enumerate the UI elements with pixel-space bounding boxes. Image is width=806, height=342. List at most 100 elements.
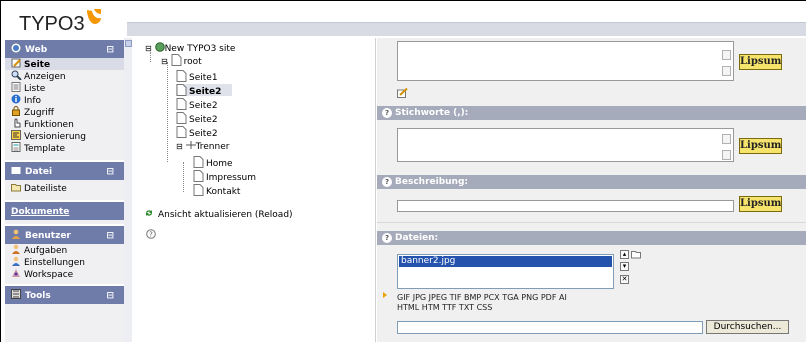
menu-item-dateiliste[interactable]: Dateiliste (5, 182, 124, 194)
tree-node[interactable]: Seite2 (176, 126, 218, 139)
tools-icon (11, 287, 21, 299)
typo3-logo-icon (87, 9, 101, 24)
globe-icon (11, 41, 21, 53)
collapse-icon[interactable]: ⊟ (145, 44, 152, 53)
remove-icon[interactable]: ✕ (620, 275, 629, 284)
section-web-label: Web (25, 45, 48, 55)
menu-item-workspace[interactable]: Workspace (5, 268, 124, 280)
svg-text:?: ? (149, 231, 153, 239)
tree-child[interactable]: Kontakt (193, 184, 241, 197)
keywords-textarea[interactable] (397, 128, 734, 162)
tree-site-label: New TYPO3 site (164, 44, 236, 54)
menu-item-label: Anzeigen (24, 72, 66, 82)
tree-node-label: Seite2 (189, 115, 218, 125)
tree-child-label: Home (206, 159, 233, 169)
menu-item-info[interactable]: Info (5, 94, 124, 106)
menu-item-label: Funktionen (24, 120, 74, 130)
arrow-right-icon (383, 292, 387, 298)
menu-item-label: Workspace (24, 270, 74, 280)
menu-item-label: Template (24, 144, 66, 154)
tree-child[interactable]: Impressum (193, 170, 256, 183)
tree-node-label: Seite2 (189, 87, 222, 97)
lipsum-button[interactable]: Lipsum (739, 138, 782, 154)
menu-item-anzeigen[interactable]: Anzeigen (5, 70, 124, 82)
help-icon[interactable]: ? (146, 229, 156, 241)
scroll-up-icon[interactable] (722, 134, 731, 144)
folder-list-icon (11, 182, 22, 192)
move-up-icon[interactable]: ▴ (620, 250, 629, 259)
lock-icon (11, 106, 22, 116)
scroll-up-icon[interactable] (722, 50, 731, 60)
move-down-icon[interactable]: ▾ (620, 262, 629, 271)
tree-separator-label: Trenner (195, 142, 230, 152)
refresh-icon (144, 210, 158, 220)
collapse-icon[interactable]: ⊟ (176, 142, 183, 151)
menu-item-zugriff[interactable]: Zugriff (5, 106, 124, 118)
hand-pointer-icon (11, 118, 22, 128)
template-icon (11, 142, 22, 152)
section-benutzer[interactable]: Benutzer ⊟ (5, 224, 124, 244)
frame-splitter[interactable] (124, 38, 132, 342)
textarea-top[interactable] (397, 41, 734, 81)
menu-item-versionierung[interactable]: Versionierung (5, 130, 124, 142)
browse-button[interactable]: Durchsuchen... (706, 320, 789, 334)
tree-node[interactable]: Seite2 (176, 98, 218, 111)
reload-link[interactable]: Ansicht aktualisieren (Reload) (144, 208, 293, 220)
divider (377, 222, 806, 223)
page-icon (176, 84, 187, 96)
edit-icon[interactable] (397, 87, 408, 101)
workspace-icon (11, 268, 22, 278)
menu-item-funktionen[interactable]: Funktionen (5, 118, 124, 130)
scroll-down-icon[interactable] (722, 66, 731, 76)
tree-node[interactable]: Seite1 (176, 70, 218, 83)
tree-child[interactable]: Home (193, 156, 233, 169)
scroll-up-icon[interactable] (125, 40, 132, 47)
file-types-line: GIF JPG JPEG TIF BMP PCX TGA PNG PDF AI (397, 293, 567, 302)
upload-file-input[interactable] (397, 321, 703, 334)
section-web[interactable]: Web ⊟ (5, 38, 124, 58)
section-datei[interactable]: Datei ⊟ (5, 160, 124, 180)
tree-child-label: Kontakt (206, 187, 241, 197)
tree-node-label: Seite2 (189, 101, 218, 111)
collapse-icon[interactable]: ⊟ (106, 226, 114, 246)
tree-separator[interactable]: ⊟ Trenner (176, 140, 229, 152)
lipsum-button[interactable]: Lipsum (739, 196, 782, 212)
files-label: Dateien: (395, 233, 439, 243)
tree-node-label: Seite2 (189, 129, 218, 139)
description-header: ? Beschreibung: (377, 175, 806, 189)
menu-item-label: Info (24, 96, 42, 106)
help-icon[interactable]: ? (382, 177, 392, 187)
file-list[interactable]: banner2.jpg (397, 254, 614, 289)
file-list-item[interactable]: banner2.jpg (399, 256, 612, 267)
collapse-icon[interactable]: ⊟ (106, 286, 114, 306)
tree-node[interactable]: Seite2 (176, 112, 218, 125)
lipsum-button[interactable]: Lipsum (739, 54, 782, 70)
menu-dokumente[interactable]: Dokumente (5, 200, 124, 220)
collapse-icon[interactable]: ⊟ (106, 162, 114, 182)
help-icon[interactable]: ? (382, 108, 392, 118)
info-icon (11, 94, 22, 104)
tree-node-selected[interactable]: Seite2 (176, 84, 232, 97)
content-area: Lipsum ? Stichworte (,): Lipsum ? Beschrei… (377, 38, 806, 342)
page-icon (193, 156, 204, 168)
tree-line (167, 62, 168, 162)
tree-root[interactable]: ⊟ root (161, 54, 202, 67)
menu-item-einstellungen[interactable]: Einstellungen (5, 256, 124, 268)
description-label: Beschreibung: (395, 177, 468, 187)
collapse-icon[interactable]: ⊟ (106, 40, 114, 60)
magnifier-icon (11, 70, 22, 81)
section-tools-label: Tools (25, 291, 51, 301)
menu-item-label: Zugriff (24, 108, 54, 118)
collapse-icon[interactable]: ⊟ (161, 57, 168, 66)
list-icon (11, 82, 22, 92)
folder-icon[interactable] (631, 249, 642, 262)
help-icon[interactable]: ? (382, 233, 392, 243)
menu-item-liste[interactable]: Liste (5, 82, 124, 94)
section-tools[interactable]: Tools ⊟ (5, 284, 124, 304)
menu-item-label: Aufgaben (24, 246, 68, 256)
description-input[interactable] (397, 200, 734, 212)
menu-item-template[interactable]: Template (5, 142, 124, 154)
menu-dokumente-label[interactable]: Dokumente (11, 207, 69, 217)
tree-site[interactable]: ⊟ New TYPO3 site (145, 42, 235, 54)
scroll-down-icon[interactable] (722, 150, 731, 160)
